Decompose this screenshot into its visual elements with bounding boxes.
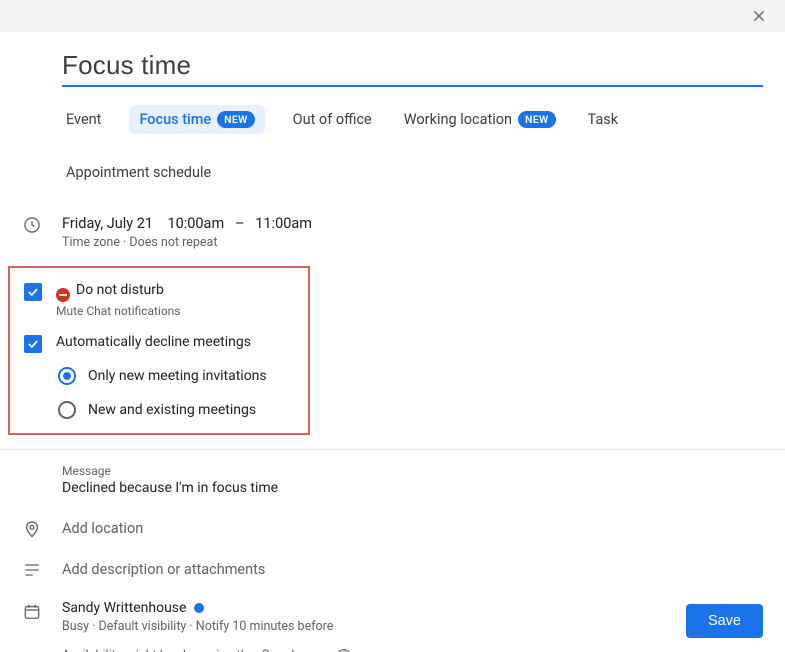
datetime-sub[interactable]: Time zone · Does not repeat: [62, 235, 763, 250]
radio-label: New and existing meetings: [88, 402, 256, 418]
add-location[interactable]: Add location: [62, 520, 143, 537]
tab-working-location[interactable]: Working location NEW: [400, 105, 560, 134]
tab-label: Focus time: [139, 111, 211, 128]
tab-label: Out of office: [293, 111, 372, 128]
end-time: 11:00am: [255, 215, 312, 232]
radio-new-invitations[interactable]: Only new meeting invitations: [58, 367, 298, 385]
dash: –: [235, 215, 245, 232]
new-badge: NEW: [518, 111, 555, 128]
titlebar: [0, 0, 785, 32]
location-icon: [22, 519, 42, 539]
new-badge: NEW: [217, 111, 254, 128]
description-icon: [22, 560, 42, 580]
tab-focus-time[interactable]: Focus time NEW: [129, 105, 264, 134]
add-description[interactable]: Add description or attachments: [62, 561, 265, 578]
tab-appointment-schedule[interactable]: Appointment schedule: [62, 158, 215, 187]
auto-decline-label: Automatically decline meetings: [56, 334, 251, 350]
focus-options-highlight: Do not disturb Mute Chat notifications A…: [8, 266, 310, 435]
datetime-row[interactable]: Friday, July 21 10:00am – 11:00am: [62, 215, 763, 232]
tab-label: Appointment schedule: [66, 164, 211, 181]
auto-decline-options: Only new meeting invitations New and exi…: [58, 367, 298, 419]
tab-task[interactable]: Task: [584, 105, 623, 134]
radio-button[interactable]: [58, 401, 76, 419]
dnd-sublabel: Mute Chat notifications: [56, 304, 181, 318]
dnd-status-icon: [56, 288, 70, 302]
message-text: Declined because I'm in focus time: [62, 480, 763, 496]
auto-decline-checkbox[interactable]: [24, 335, 42, 353]
organizer-sub: Busy · Default visibility · Notify 10 mi…: [62, 619, 763, 634]
organizer-row[interactable]: Sandy Writtenhouse: [62, 600, 763, 616]
tab-out-of-office[interactable]: Out of office: [289, 105, 376, 134]
decline-message-block[interactable]: Message Declined because I'm in focus ti…: [62, 464, 763, 496]
start-time: 10:00am: [167, 215, 224, 232]
calendar-color-dot: [194, 603, 204, 613]
availability-note: Availability might be shown in other Goo…: [62, 648, 331, 652]
dnd-label-text: Do not disturb: [76, 282, 164, 298]
tab-label: Working location: [404, 111, 512, 128]
dnd-label: Do not disturb: [56, 282, 181, 302]
tab-event[interactable]: Event: [62, 105, 105, 134]
help-icon[interactable]: ?: [337, 649, 351, 652]
event-title-input[interactable]: [62, 50, 763, 87]
radio-new-and-existing[interactable]: New and existing meetings: [58, 401, 298, 419]
clock-icon: [22, 215, 42, 235]
save-button[interactable]: Save: [686, 604, 763, 638]
tab-label: Task: [588, 111, 619, 128]
radio-button[interactable]: [58, 367, 76, 385]
date-text: Friday, July 21: [62, 215, 153, 232]
event-type-tabs: Event Focus time NEW Out of office Worki…: [62, 105, 763, 187]
close-icon[interactable]: [749, 6, 769, 26]
message-label: Message: [62, 464, 763, 478]
calendar-icon: [22, 602, 42, 622]
tab-label: Event: [66, 111, 101, 128]
organizer-name: Sandy Writtenhouse: [62, 600, 186, 616]
dnd-checkbox[interactable]: [24, 283, 42, 301]
radio-label: Only new meeting invitations: [88, 368, 267, 384]
divider: [0, 449, 785, 450]
